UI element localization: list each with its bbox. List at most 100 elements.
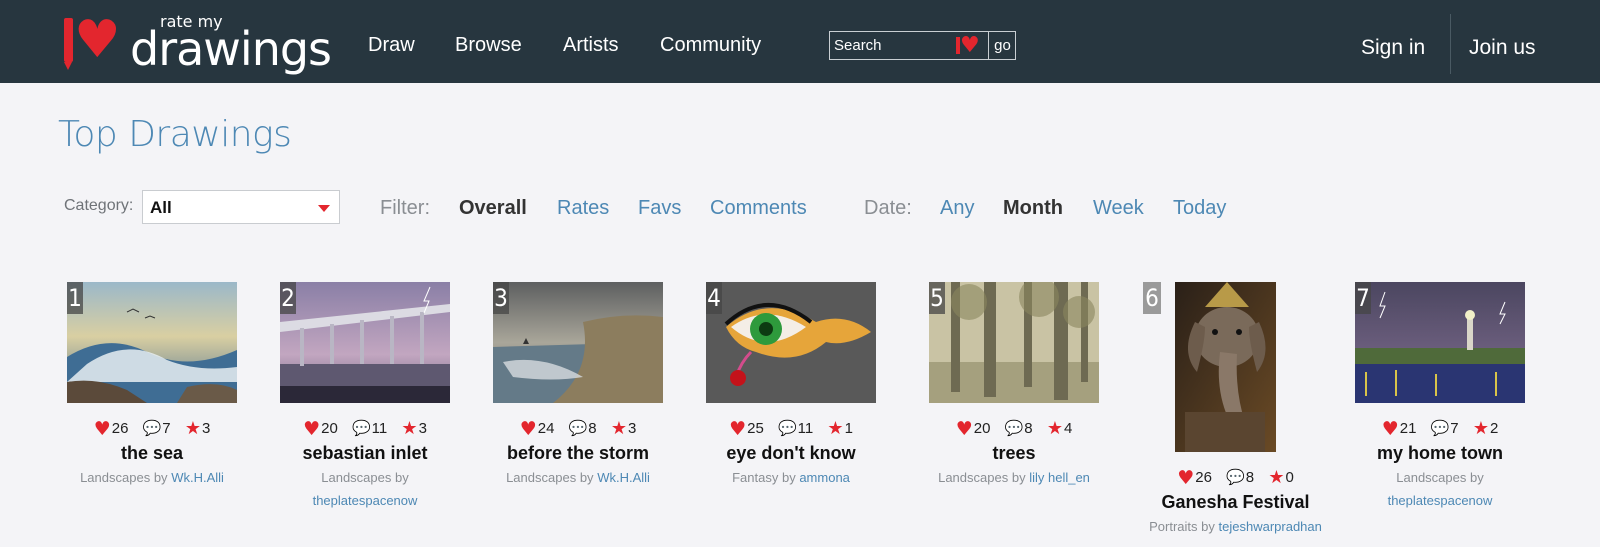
star-icon: ★ <box>610 418 627 439</box>
drawing-author[interactable]: theplatespacenow <box>1388 493 1493 508</box>
drawing-title[interactable]: Ganesha Festival <box>1123 492 1348 513</box>
drawing-title[interactable]: my home town <box>1335 443 1545 464</box>
drawing-title[interactable]: sebastian inlet <box>260 443 470 464</box>
nav-artists[interactable]: Artists <box>563 34 619 58</box>
filter-comments[interactable]: Comments <box>710 197 807 220</box>
comments-count: 8 <box>1245 469 1255 486</box>
rank-badge: 6 <box>1143 282 1161 314</box>
drawing-title[interactable]: before the storm <box>473 443 683 464</box>
drawing-thumbnail[interactable] <box>67 282 237 403</box>
date-month[interactable]: Month <box>1003 197 1063 220</box>
by-word: by <box>781 470 796 485</box>
star-icon: ★ <box>1046 418 1063 439</box>
drawing-thumbnail[interactable] <box>280 282 450 403</box>
star-icon: ★ <box>401 418 418 439</box>
drawing-stats: ♥26 💬8 ★0 <box>1143 467 1328 489</box>
drawing-category[interactable]: Portraits <box>1149 519 1197 534</box>
nav-browse[interactable]: Browse <box>455 34 522 58</box>
comment-icon: 💬 <box>351 419 371 437</box>
drawing-author[interactable]: Wk.H.Alli <box>171 470 224 485</box>
filter-rates[interactable]: Rates <box>557 197 609 220</box>
search-go-button[interactable]: go <box>988 32 1016 59</box>
comments-count: 11 <box>371 420 388 437</box>
page-title: Top Drawings <box>58 114 292 155</box>
drawing-category[interactable]: Landscapes <box>1396 470 1466 485</box>
stars-count: 3 <box>201 420 211 437</box>
caret-down-icon <box>318 205 330 212</box>
drawing-title[interactable]: the sea <box>47 443 257 464</box>
stars-count: 4 <box>1063 420 1073 437</box>
search-input[interactable] <box>834 35 954 56</box>
hearts-count: 26 <box>111 420 129 437</box>
comments-count: 7 <box>1450 420 1459 437</box>
drawing-thumbnail[interactable] <box>1175 282 1276 452</box>
drawing-meta: Landscapes by theplatespacenow <box>1345 466 1535 512</box>
date-label: Date: <box>864 197 912 219</box>
nav-community[interactable]: Community <box>660 34 761 58</box>
drawing-image <box>929 282 1099 403</box>
date-week[interactable]: Week <box>1093 197 1144 220</box>
drawing-category[interactable]: Landscapes <box>506 470 576 485</box>
drawing-thumbnail[interactable] <box>493 282 663 403</box>
drawing-author[interactable]: lily hell_en <box>1029 470 1090 485</box>
date-any[interactable]: Any <box>940 197 974 220</box>
drawing-author[interactable]: Wk.H.Alli <box>597 470 650 485</box>
drawing-thumbnail[interactable] <box>929 282 1099 403</box>
drawing-card: 7 ♥21 💬7 ★2 my home town Landscapes by th… <box>1355 282 1525 508</box>
drawing-author[interactable]: theplatespacenow <box>313 493 418 508</box>
by-word: by <box>1470 470 1484 485</box>
drawing-meta: Landscapes by lily hell_en <box>919 466 1109 489</box>
drawing-category[interactable]: Landscapes <box>321 470 391 485</box>
drawing-meta: Landscapes by Wk.H.Alli <box>57 466 247 489</box>
logo-wordmark: drawings <box>130 22 332 76</box>
drawing-author[interactable]: tejeshwarpradhan <box>1219 519 1322 534</box>
drawing-category[interactable]: Landscapes <box>80 470 150 485</box>
heart-icon: ♥ <box>93 418 111 440</box>
filter-favs[interactable]: Favs <box>638 197 681 220</box>
by-word: by <box>395 470 409 485</box>
drawing-category[interactable]: Fantasy <box>732 470 778 485</box>
comment-icon: 💬 <box>1226 468 1245 486</box>
nav-draw[interactable]: Draw <box>368 34 415 58</box>
category-select-value: All <box>150 198 172 217</box>
rank-badge: 1 <box>67 282 83 314</box>
drawing-thumbnail[interactable] <box>706 282 876 403</box>
by-word: by <box>1201 519 1215 534</box>
drawing-image <box>1355 282 1525 403</box>
join-us-link[interactable]: Join us <box>1469 36 1536 60</box>
hearts-count: 24 <box>537 420 555 437</box>
drawing-card: 5 ♥20 💬8 ★4 trees Landscapes by lily hel… <box>929 282 1099 485</box>
drawing-image <box>1175 282 1276 452</box>
site-logo[interactable]: ♥ rate my drawings <box>60 10 332 76</box>
comment-icon: 💬 <box>1004 419 1024 437</box>
filter-overall[interactable]: Overall <box>459 197 527 220</box>
category-label: Category: <box>64 197 134 214</box>
date-today[interactable]: Today <box>1173 197 1226 220</box>
rank-badge: 7 <box>1355 282 1371 314</box>
comments-count: 8 <box>1024 420 1033 437</box>
search-box: ♥ go <box>829 31 1016 60</box>
drawing-card: 6 ♥26 💬8 ★0 Ganesha Festival Portraits b… <box>1143 282 1328 537</box>
star-icon: ★ <box>184 418 201 439</box>
drawing-card: 3 ♥24 💬8 ★3 before the storm Landscapes … <box>493 282 663 485</box>
sign-in-link[interactable]: Sign in <box>1361 36 1425 60</box>
drawing-title[interactable]: trees <box>909 443 1119 464</box>
drawing-card: 1 ♥26 💬7 ★3 the sea Landscapes by Wk.H.A… <box>67 282 237 485</box>
comment-icon: 💬 <box>142 419 162 437</box>
drawing-stats: ♥26 💬7 ★3 <box>67 418 237 440</box>
drawing-stats: ♥24 💬8 ★3 <box>493 418 663 440</box>
drawing-title[interactable]: eye don't know <box>686 443 896 464</box>
stars-count: 0 <box>1285 469 1294 486</box>
drawing-thumbnail[interactable] <box>1355 282 1525 403</box>
site-header: ♥ rate my drawings Draw Browse Artists C… <box>0 0 1600 83</box>
rank-badge: 4 <box>706 282 722 314</box>
category-select[interactable]: All <box>142 190 340 224</box>
drawing-category[interactable]: Landscapes <box>938 470 1008 485</box>
heart-icon: ♥ <box>519 418 537 440</box>
header-divider <box>1450 14 1451 74</box>
comment-icon: 💬 <box>777 419 797 437</box>
stars-count: 2 <box>1489 420 1499 437</box>
stars-count: 3 <box>627 420 637 437</box>
drawing-author[interactable]: ammona <box>799 470 850 485</box>
drawing-stats: ♥21 💬7 ★2 <box>1355 418 1525 440</box>
